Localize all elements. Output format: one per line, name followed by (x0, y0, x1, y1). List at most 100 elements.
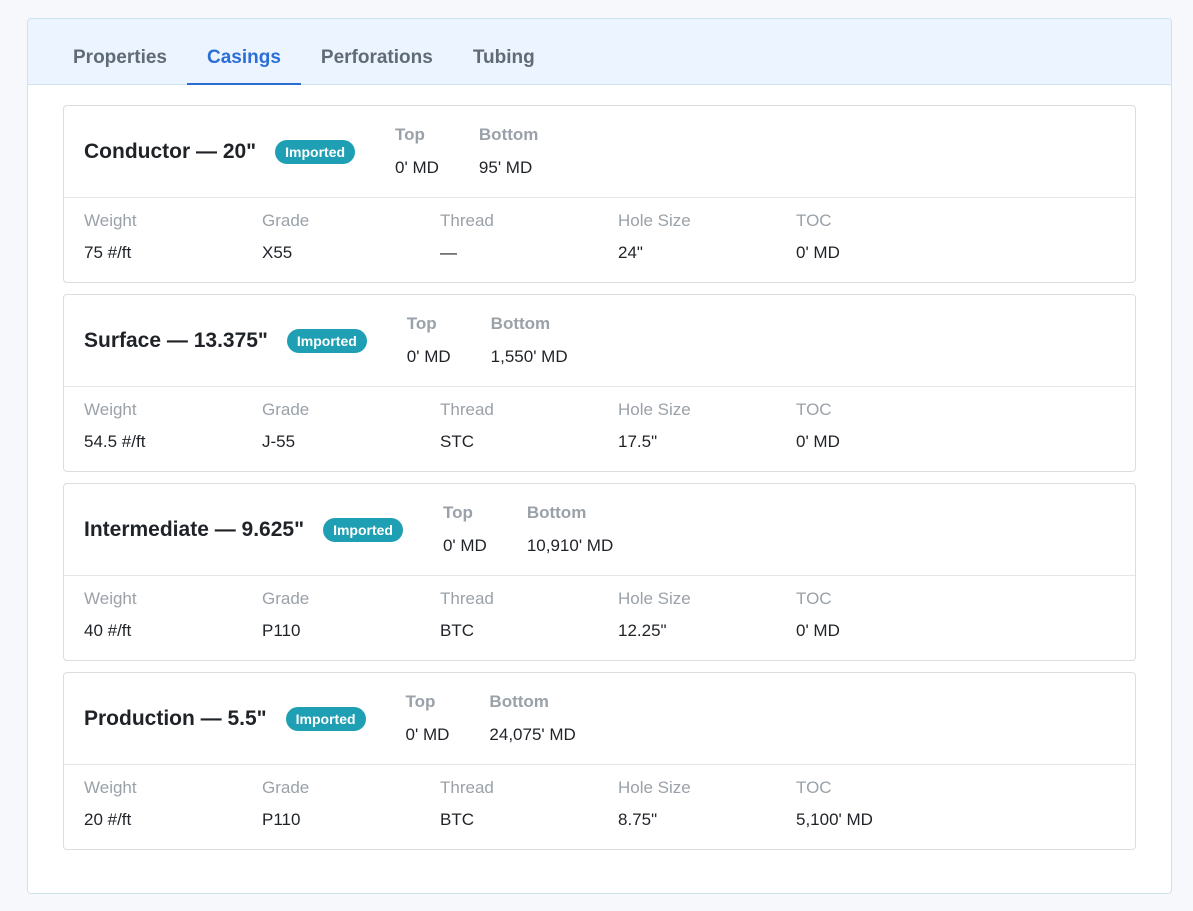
top-label: Top (405, 692, 436, 711)
hole-size-field: Hole Size 17.5" (618, 400, 796, 471)
bottom-value: 1,550' MD (490, 347, 568, 366)
hole-size-field: Hole Size 8.75" (618, 778, 796, 849)
hole-size-value: 24" (618, 243, 643, 262)
toc-label: TOC (796, 589, 832, 608)
tab-casings[interactable]: Casings (186, 19, 301, 85)
toc-field: TOC 0' MD (796, 589, 974, 660)
weight-field: Weight 75 #/ft (84, 211, 262, 282)
bottom-value: 10,910' MD (526, 536, 614, 555)
toc-value: 0' MD (796, 432, 840, 451)
casing-card-header: Surface — 13.375" Imported Top 0' MD Bot… (64, 295, 1135, 387)
hole-size-label: Hole Size (618, 778, 691, 797)
toc-label: TOC (796, 778, 832, 797)
casing-card-surface: Surface — 13.375" Imported Top 0' MD Bot… (63, 294, 1136, 472)
casing-card-header: Conductor — 20" Imported Top 0' MD Botto… (64, 106, 1135, 198)
casing-card-details: Weight 20 #/ft Grade P110 Thread BTC Hol… (64, 765, 1135, 849)
weight-label: Weight (84, 211, 137, 230)
toc-value: 0' MD (796, 243, 840, 262)
grade-field: Grade P110 (262, 778, 440, 849)
bottom-depth: Bottom 10,910' MD (527, 503, 613, 556)
top-depth: Top 0' MD (407, 314, 451, 367)
bottom-label: Bottom (478, 125, 539, 144)
thread-field: Thread BTC (440, 589, 618, 660)
top-label: Top (406, 314, 437, 333)
grade-value: X55 (262, 243, 293, 262)
top-value: 0' MD (405, 725, 450, 744)
toc-field: TOC 5,100' MD (796, 778, 974, 849)
imported-badge: Imported (323, 518, 403, 542)
toc-field: TOC 0' MD (796, 400, 974, 471)
casing-card-details: Weight 40 #/ft Grade P110 Thread BTC Hol… (64, 576, 1135, 660)
casing-title: Conductor — 20" (84, 140, 257, 163)
bottom-depth: Bottom 1,550' MD (491, 314, 568, 367)
thread-value: — (440, 243, 457, 262)
toc-label: TOC (796, 400, 832, 419)
top-depth: Top 0' MD (406, 692, 450, 745)
toc-value: 5,100' MD (796, 810, 873, 829)
thread-value: STC (440, 432, 474, 451)
weight-label: Weight (84, 400, 137, 419)
bottom-value: 24,075' MD (489, 725, 576, 744)
imported-badge: Imported (286, 329, 367, 353)
top-label: Top (395, 125, 425, 144)
top-value: 0' MD (406, 347, 451, 366)
grade-field: Grade X55 (262, 211, 440, 282)
casings-panel: Properties Casings Perforations Tubing C… (27, 18, 1172, 894)
hole-size-field: Hole Size 12.25" (618, 589, 796, 660)
weight-value: 54.5 #/ft (84, 432, 146, 451)
casing-card-header: Intermediate — 9.625" Imported Top 0' MD… (64, 484, 1135, 576)
thread-label: Thread (440, 211, 494, 230)
hole-size-field: Hole Size 24" (618, 211, 796, 282)
grade-label: Grade (262, 589, 310, 608)
tab-tubing[interactable]: Tubing (453, 19, 555, 84)
weight-value: 75 #/ft (84, 243, 132, 262)
casing-card-production: Production — 5.5" Imported Top 0' MD Bot… (63, 672, 1136, 850)
casing-card-intermediate: Intermediate — 9.625" Imported Top 0' MD… (63, 483, 1136, 661)
thread-field: Thread — (440, 211, 618, 282)
toc-label: TOC (796, 211, 832, 230)
casing-card-details: Weight 54.5 #/ft Grade J-55 Thread STC H… (64, 387, 1135, 471)
weight-value: 20 #/ft (84, 810, 132, 829)
top-value: 0' MD (395, 158, 439, 177)
hole-size-value: 17.5" (618, 432, 658, 451)
top-depth: Top 0' MD (395, 125, 439, 178)
bottom-label: Bottom (489, 692, 549, 711)
hole-size-label: Hole Size (618, 589, 691, 608)
casing-card-header: Production — 5.5" Imported Top 0' MD Bot… (64, 673, 1135, 765)
casing-title: Surface — 13.375" (84, 329, 268, 352)
grade-value: P110 (262, 621, 301, 640)
thread-field: Thread BTC (440, 778, 618, 849)
hole-size-label: Hole Size (618, 211, 691, 230)
hole-size-value: 12.25" (618, 621, 667, 640)
top-label: Top (442, 503, 473, 522)
toc-value: 0' MD (796, 621, 840, 640)
bottom-label: Bottom (526, 503, 587, 522)
tab-perforations[interactable]: Perforations (301, 19, 453, 84)
imported-badge: Imported (285, 707, 366, 731)
weight-field: Weight 20 #/ft (84, 778, 262, 849)
bottom-depth: Bottom 24,075' MD (489, 692, 575, 745)
bottom-label: Bottom (490, 314, 551, 333)
grade-label: Grade (262, 778, 310, 797)
hole-size-value: 8.75" (618, 810, 658, 829)
imported-badge: Imported (275, 140, 356, 164)
thread-value: BTC (440, 810, 474, 829)
casing-title: Production — 5.5" (84, 707, 267, 730)
thread-label: Thread (440, 400, 494, 419)
grade-value: P110 (262, 810, 301, 829)
weight-value: 40 #/ft (84, 621, 132, 640)
tab-properties[interactable]: Properties (53, 19, 187, 84)
bottom-value: 95' MD (478, 158, 533, 177)
weight-field: Weight 54.5 #/ft (84, 400, 262, 471)
grade-field: Grade J-55 (262, 400, 440, 471)
tab-bar: Properties Casings Perforations Tubing (28, 19, 1171, 85)
casing-card-conductor: Conductor — 20" Imported Top 0' MD Botto… (63, 105, 1136, 283)
toc-field: TOC 0' MD (796, 211, 974, 282)
weight-field: Weight 40 #/ft (84, 589, 262, 660)
top-depth: Top 0' MD (443, 503, 487, 556)
weight-label: Weight (84, 589, 137, 608)
hole-size-label: Hole Size (618, 400, 691, 419)
grade-label: Grade (262, 400, 310, 419)
thread-field: Thread STC (440, 400, 618, 471)
casing-list: Conductor — 20" Imported Top 0' MD Botto… (28, 85, 1171, 850)
